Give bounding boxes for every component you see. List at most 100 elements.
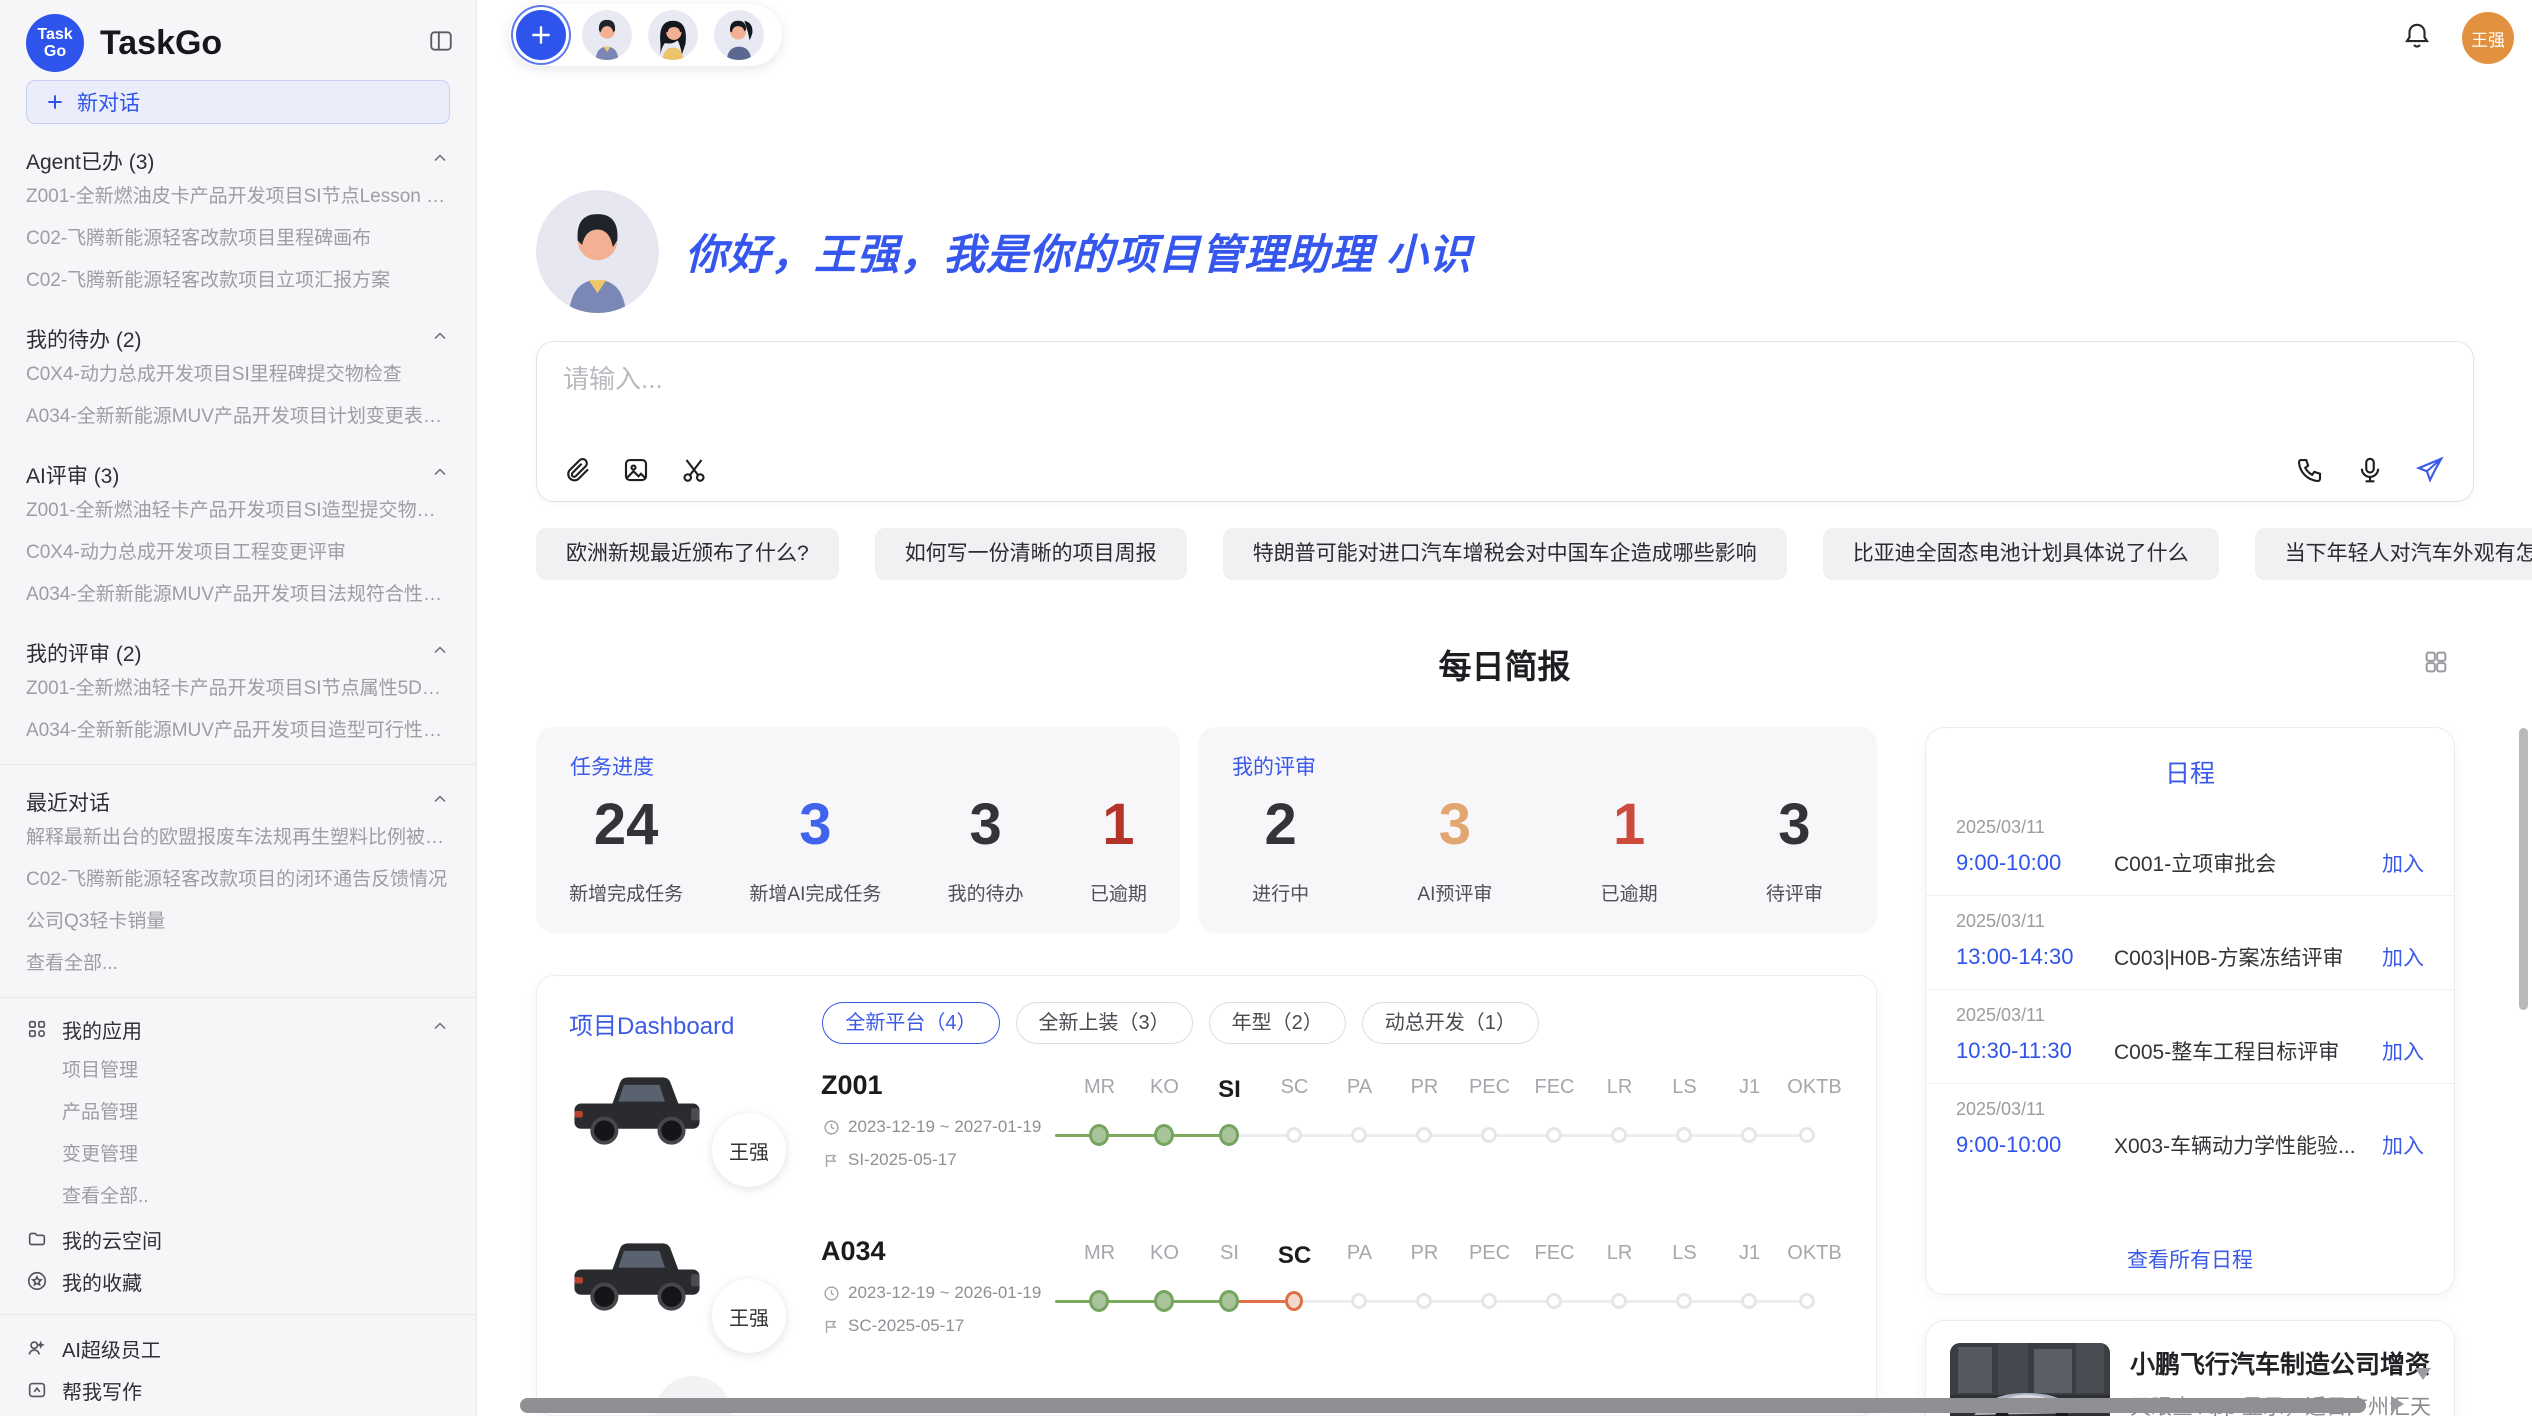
- section-header-my-review[interactable]: 我的评审 (2): [26, 638, 450, 668]
- milestone-dot: [1546, 1127, 1562, 1143]
- assistant-avatar-3[interactable]: [714, 10, 764, 60]
- chevron-up-icon[interactable]: [430, 640, 450, 666]
- list-item[interactable]: Z001-全新燃油轻卡产品开发项目SI节点属性5D文件评审: [26, 668, 450, 710]
- assistant-avatar-2[interactable]: [648, 10, 698, 60]
- project-row-z001[interactable]: 王强 Z001 2023-12-19 ~ 2027-01-19 SI-2025-…: [567, 1062, 1856, 1222]
- scroll-down-arrow-icon[interactable]: [2415, 1368, 2431, 1380]
- view-all-chats-link[interactable]: 查看全部...: [26, 943, 450, 985]
- join-button[interactable]: 加入: [2382, 1036, 2424, 1066]
- milestone-label: KO: [1132, 1076, 1197, 1104]
- list-item[interactable]: A034-全新新能源MUV产品开发项目计划变更表编写: [26, 396, 450, 438]
- header-actions: 王强: [2402, 12, 2514, 64]
- milestone-label: PA: [1327, 1242, 1392, 1270]
- app-item-project-mgmt[interactable]: 项目管理: [26, 1050, 450, 1092]
- star-badge-icon: [26, 1270, 48, 1292]
- list-item[interactable]: C02-飞腾新能源轻客改款项目里程碑画布: [26, 218, 450, 260]
- chevron-up-icon[interactable]: [430, 326, 450, 352]
- new-session-button[interactable]: [516, 10, 566, 60]
- chevron-up-icon[interactable]: [430, 148, 450, 174]
- milestone-dot: [1741, 1127, 1757, 1143]
- list-item[interactable]: 解释最新出台的欧盟报废车法规再生塑料比例被调至15%...: [26, 817, 450, 859]
- truck-image: [567, 1062, 707, 1160]
- list-item[interactable]: C0X4-动力总成开发项目SI里程碑提交物检查: [26, 354, 450, 396]
- creative-drawing-item[interactable]: 创意制图: [26, 1411, 450, 1416]
- chevron-up-icon[interactable]: [430, 462, 450, 488]
- app-item-product-mgmt[interactable]: 产品管理: [26, 1092, 450, 1134]
- milestone-dot: [1676, 1127, 1692, 1143]
- my-favorites-item[interactable]: 我的收藏: [26, 1260, 450, 1302]
- section-header-recent-chats[interactable]: 最近对话: [26, 787, 450, 817]
- suggestion-chip[interactable]: 特朗普可能对进口汽车增税会对中国车企造成哪些影响: [1223, 528, 1787, 580]
- scissors-icon[interactable]: [679, 455, 709, 485]
- microphone-icon[interactable]: [2355, 455, 2385, 485]
- project-dates: 2023-12-19 ~ 2026-01-19: [823, 1283, 1041, 1303]
- attachment-icon[interactable]: [563, 455, 593, 485]
- milestone-label: FEC: [1522, 1242, 1587, 1270]
- image-icon[interactable]: [621, 455, 651, 485]
- notification-bell-icon[interactable]: [2402, 21, 2432, 56]
- milestone-dot: [1611, 1127, 1627, 1143]
- join-button[interactable]: 加入: [2382, 848, 2424, 878]
- milestone-dot: [1416, 1127, 1432, 1143]
- help-me-write-item[interactable]: 帮我写作: [26, 1369, 450, 1411]
- milestone-label: OKTB: [1782, 1242, 1847, 1270]
- project-row-a034[interactable]: 王强 A034 2023-12-19 ~ 2026-01-19 SC-2025-…: [567, 1228, 1856, 1388]
- scroll-right-arrow-icon[interactable]: [2391, 1396, 2404, 1412]
- phone-icon[interactable]: [2295, 455, 2325, 485]
- horizontal-scrollbar[interactable]: [520, 1398, 2366, 1413]
- suggestion-chip[interactable]: 当下年轻人对汽车外观有怎样的喜好趋势: [2255, 528, 2532, 580]
- my-cloud-item[interactable]: 我的云空间: [26, 1218, 450, 1260]
- list-item[interactable]: Z001-全新燃油皮卡产品开发项目SI节点Lesson Learn报告: [26, 176, 450, 218]
- suggestion-chips: 欧洲新规最近颁布了什么? 如何写一份清晰的项目周报 特朗普可能对进口汽车增税会对…: [536, 528, 2532, 580]
- milestone-line-done: [1055, 1134, 1233, 1137]
- stat-label: 待评审: [1766, 879, 1823, 906]
- join-button[interactable]: 加入: [2382, 1130, 2424, 1160]
- section-header-ai-review[interactable]: AI评审 (3): [26, 460, 450, 490]
- ai-super-staff-item[interactable]: AI超级员工: [26, 1327, 450, 1369]
- ai-super-staff-label: AI超级员工: [62, 1334, 161, 1363]
- list-item[interactable]: A034-全新新能源MUV产品开发项目造型可行性评审: [26, 710, 450, 752]
- new-chat-button[interactable]: 新对话: [26, 80, 450, 124]
- sidebar-body: Agent已办 (3) Z001-全新燃油皮卡产品开发项目SI节点Lesson …: [0, 146, 476, 1416]
- suggestion-chip[interactable]: 比亚迪全固态电池计划具体说了什么: [1823, 528, 2219, 580]
- list-item[interactable]: C02-飞腾新能源轻客改款项目的闭环通告反馈情况: [26, 859, 450, 901]
- list-item[interactable]: 公司Q3轻卡销量: [26, 901, 450, 943]
- milestone-dot-done: [1154, 1290, 1174, 1312]
- stat-label: AI预评审: [1417, 879, 1492, 906]
- list-item[interactable]: Z001-全新燃油轻卡产品开发项目SI造型提交物评审: [26, 490, 450, 532]
- message-input[interactable]: [563, 364, 2447, 395]
- tab-powertrain[interactable]: 动总开发（1）: [1362, 1002, 1539, 1044]
- milestone-label: LS: [1652, 1242, 1717, 1270]
- view-all-schedule-link[interactable]: 查看所有日程: [1926, 1244, 2454, 1274]
- view-all-apps-link[interactable]: 查看全部..: [26, 1176, 450, 1218]
- list-item[interactable]: C02-飞腾新能源轻客改款项目立项汇报方案: [26, 260, 450, 302]
- list-item[interactable]: C0X4-动力总成开发项目工程变更评审: [26, 532, 450, 574]
- section-header-agent-done[interactable]: Agent已办 (3): [26, 146, 450, 176]
- project-dashboard-card: 项目Dashboard 全新平台（4） 全新上装（3） 年型（2） 动总开发（1…: [536, 975, 1877, 1416]
- app-item-change-mgmt[interactable]: 变更管理: [26, 1134, 450, 1176]
- stat-value: 3: [749, 793, 881, 857]
- greeting-block: 你好，王强，我是你的项目管理助理 小识: [536, 190, 1472, 313]
- assistant-avatar-1[interactable]: [582, 10, 632, 60]
- section-header-my-todo[interactable]: 我的待办 (2): [26, 324, 450, 354]
- tab-new-platform[interactable]: 全新平台（4）: [822, 1002, 999, 1044]
- suggestion-chip[interactable]: 如何写一份清晰的项目周报: [875, 528, 1187, 580]
- milestone-label-active: SI: [1197, 1076, 1262, 1104]
- user-avatar[interactable]: 王强: [2462, 12, 2514, 64]
- chevron-up-icon[interactable]: [430, 789, 450, 815]
- vertical-scrollbar[interactable]: [2519, 728, 2528, 1010]
- tab-new-body[interactable]: 全新上装（3）: [1016, 1002, 1193, 1044]
- plus-icon: [45, 92, 65, 112]
- event-date: 2025/03/11: [1956, 911, 2424, 932]
- my-apps-header[interactable]: 我的应用: [26, 1008, 450, 1050]
- milestone-label: LR: [1587, 1242, 1652, 1270]
- suggestion-chip[interactable]: 欧洲新规最近颁布了什么?: [536, 528, 839, 580]
- chevron-up-icon[interactable]: [430, 1016, 450, 1042]
- event-time: 13:00-14:30: [1956, 944, 2114, 970]
- join-button[interactable]: 加入: [2382, 942, 2424, 972]
- tab-year-model[interactable]: 年型（2）: [1209, 1002, 1346, 1044]
- collapse-sidebar-icon[interactable]: [428, 28, 454, 59]
- list-item[interactable]: A034-全新新能源MUV产品开发项目法规符合性评审: [26, 574, 450, 616]
- layout-grid-icon[interactable]: [2422, 648, 2450, 681]
- send-icon[interactable]: [2415, 455, 2445, 485]
